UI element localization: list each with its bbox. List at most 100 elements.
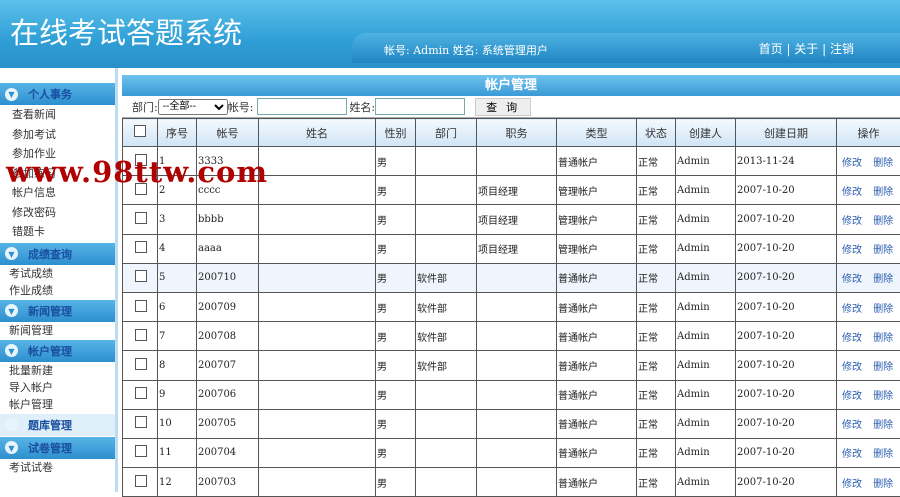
table-row: 6200709男软件部普通帐户正常Admin2007-10-20修改 删除 <box>123 292 900 321</box>
sidebar-item[interactable]: 参加考试 <box>0 125 115 145</box>
sidebar-item[interactable]: 错题卡 <box>0 222 115 242</box>
sidebar-section-header[interactable]: ▼成绩查询 <box>0 243 115 265</box>
delete-link[interactable]: 删除 <box>873 479 893 490</box>
sidebar-item[interactable]: 导入帐户 <box>0 379 115 396</box>
table-cell <box>259 176 376 205</box>
table-cell: 男 <box>376 322 416 351</box>
table-cell: 软件部 <box>416 351 477 380</box>
delete-link[interactable]: 删除 <box>873 362 893 373</box>
table-cell: 2007-10-20 <box>736 409 837 438</box>
edit-link[interactable]: 修改 <box>842 420 862 431</box>
table-cell: 男 <box>376 380 416 409</box>
table-cell: 正常 <box>637 380 676 409</box>
sidebar-section-header[interactable]: ▼试卷管理 <box>0 437 115 459</box>
table-cell: 6 <box>158 292 197 321</box>
edit-link[interactable]: 修改 <box>842 245 862 256</box>
sidebar-item[interactable]: 帐户管理 <box>0 396 115 413</box>
query-button[interactable]: 查 询 <box>475 98 531 116</box>
section-title: 新闻管理 <box>28 303 72 319</box>
row-checkbox[interactable] <box>135 300 147 312</box>
row-checkbox[interactable] <box>135 241 147 253</box>
edit-link[interactable]: 修改 <box>842 333 862 344</box>
table-cell: 男 <box>376 147 416 176</box>
sidebar-item[interactable]: 作业成绩 <box>0 282 115 299</box>
sidebar-section-header[interactable]: ▼帐户管理 <box>0 340 115 362</box>
table-cell: 200706 <box>197 380 259 409</box>
sidebar-section-header[interactable]: ▼个人事务 <box>0 83 115 105</box>
table-cell <box>259 380 376 409</box>
watermark: www.98ttw.com <box>6 155 268 189</box>
delete-link[interactable]: 删除 <box>873 333 893 344</box>
delete-link[interactable]: 删除 <box>873 216 893 227</box>
delete-link[interactable]: 删除 <box>873 158 893 169</box>
table-cell: Admin <box>676 263 736 292</box>
delete-link[interactable]: 删除 <box>873 274 893 285</box>
delete-link[interactable]: 删除 <box>873 391 893 402</box>
table-cell: 软件部 <box>416 292 477 321</box>
table-cell <box>416 205 477 234</box>
edit-link[interactable]: 修改 <box>842 362 862 373</box>
sidebar-item[interactable]: 批量新建 <box>0 362 115 379</box>
table-cell: 8 <box>158 351 197 380</box>
table-cell: 2013-11-24 <box>736 147 837 176</box>
delete-link[interactable]: 删除 <box>873 304 893 315</box>
sidebar-section-header[interactable]: 题库管理 <box>0 414 115 436</box>
chevron-down-icon: ▼ <box>5 247 18 260</box>
edit-link[interactable]: 修改 <box>842 479 862 490</box>
table-cell: 正常 <box>637 409 676 438</box>
edit-link[interactable]: 修改 <box>842 274 862 285</box>
sidebar-item[interactable]: 新闻管理 <box>0 322 115 339</box>
edit-link[interactable]: 修改 <box>842 391 862 402</box>
table-cell: 2007-10-20 <box>736 205 837 234</box>
sidebar-item[interactable]: 考试试卷 <box>0 459 115 476</box>
delete-link[interactable]: 删除 <box>873 187 893 198</box>
table-cell: 正常 <box>637 292 676 321</box>
table-cell: 男 <box>376 263 416 292</box>
sidebar-section-header[interactable]: ▼新闻管理 <box>0 300 115 322</box>
table-cell: 200710 <box>197 263 259 292</box>
row-checkbox[interactable] <box>135 270 147 282</box>
edit-link[interactable]: 修改 <box>842 187 862 198</box>
logout-link[interactable]: 注销 <box>830 42 854 56</box>
column-header: 帐号 <box>197 119 259 147</box>
account-input[interactable] <box>257 98 347 115</box>
about-link[interactable]: 关于 <box>794 42 818 56</box>
table-cell <box>416 468 477 497</box>
table-cell: Admin <box>676 380 736 409</box>
table-cell <box>259 292 376 321</box>
row-checkbox[interactable] <box>135 358 147 370</box>
sidebar-item[interactable]: 查看新闻 <box>0 105 115 125</box>
table-cell: 正常 <box>637 234 676 263</box>
table-cell: 200709 <box>197 292 259 321</box>
table-cell: 2007-10-20 <box>736 263 837 292</box>
row-checkbox[interactable] <box>135 445 147 457</box>
table-cell: 软件部 <box>416 263 477 292</box>
sidebar-item[interactable]: 考试成绩 <box>0 265 115 282</box>
table-cell <box>259 409 376 438</box>
table-cell: 正常 <box>637 351 676 380</box>
delete-link[interactable]: 删除 <box>873 245 893 256</box>
column-header: 序号 <box>158 119 197 147</box>
delete-link[interactable]: 删除 <box>873 449 893 460</box>
edit-link[interactable]: 修改 <box>842 158 862 169</box>
row-checkbox[interactable] <box>135 212 147 224</box>
home-link[interactable]: 首页 <box>759 42 783 56</box>
sidebar-item[interactable]: 修改密码 <box>0 203 115 223</box>
select-all-checkbox[interactable] <box>134 125 146 137</box>
table-cell: Admin <box>676 234 736 263</box>
table-cell <box>259 263 376 292</box>
delete-link[interactable]: 删除 <box>873 420 893 431</box>
name-input[interactable] <box>375 98 465 115</box>
row-checkbox[interactable] <box>135 329 147 341</box>
table-cell: 2007-10-20 <box>736 234 837 263</box>
row-checkbox[interactable] <box>135 475 147 487</box>
edit-link[interactable]: 修改 <box>842 449 862 460</box>
column-header: 创建日期 <box>736 119 837 147</box>
table-cell: Admin <box>676 292 736 321</box>
section-title: 试卷管理 <box>28 440 72 456</box>
row-checkbox[interactable] <box>135 416 147 428</box>
row-checkbox[interactable] <box>135 387 147 399</box>
dept-select[interactable]: --全部-- <box>158 99 228 115</box>
edit-link[interactable]: 修改 <box>842 216 862 227</box>
edit-link[interactable]: 修改 <box>842 304 862 315</box>
